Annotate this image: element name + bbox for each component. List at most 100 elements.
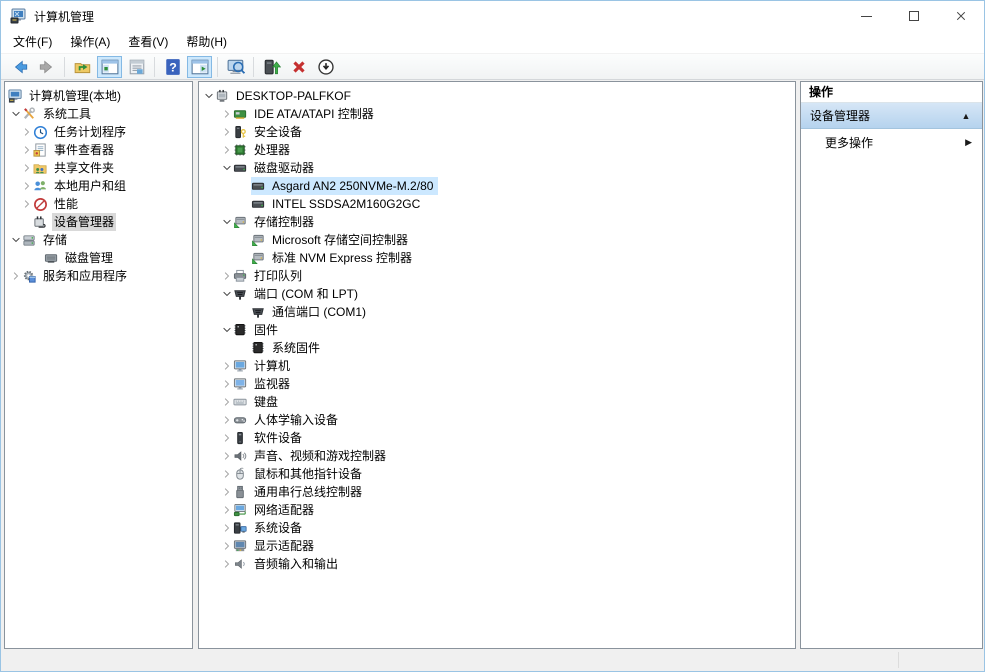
chevron-right-icon[interactable] [221,431,233,445]
tree-item[interactable]: 固件 [199,321,795,339]
tree-item[interactable]: 设备管理器 [5,213,192,231]
tree-item[interactable]: 系统工具 [5,105,192,123]
chevron-right-icon[interactable] [221,107,233,121]
tree-item[interactable]: 处理器 [199,141,795,159]
chevron-down-icon[interactable] [203,89,215,103]
tree-item[interactable]: 存储控制器 [199,213,795,231]
tree-item[interactable]: 安全设备 [199,123,795,141]
tree-item-content: IDE ATA/ATAPI 控制器 [233,105,379,123]
tree-item[interactable]: 显示适配器 [199,537,795,555]
more-actions-item[interactable]: 更多操作 ▶ [801,129,982,155]
toolbar-separator [64,57,65,77]
chevron-down-icon[interactable] [221,287,233,301]
tree-item[interactable]: 音频输入和输出 [199,555,795,573]
help-button[interactable]: ? [160,56,185,78]
tree-item-content: 存储控制器 [233,213,319,231]
scan-hardware-changes-button[interactable] [223,56,248,78]
show-action-pane-button[interactable] [187,56,212,78]
forward-button[interactable] [34,56,59,78]
firmware-icon [233,323,248,338]
uninstall-device-button[interactable] [286,56,311,78]
tree-item[interactable]: 本地用户和组 [5,177,192,195]
chevron-right-icon[interactable] [10,269,22,283]
collapse-section-button[interactable]: ▲ [959,111,973,121]
chevron-right-icon[interactable] [221,503,233,517]
tree-item[interactable]: 软件设备 [199,429,795,447]
tree-item[interactable]: 磁盘管理 [5,249,192,267]
chevron-right-icon[interactable] [221,143,233,157]
tree-item[interactable]: 打印队列 [199,267,795,285]
tree-item[interactable]: 计算机管理(本地) [5,87,192,105]
tree-item[interactable]: DESKTOP-PALFKOF [199,87,795,105]
tree-item[interactable]: 存储 [5,231,192,249]
chevron-right-icon[interactable] [221,269,233,283]
tree-item-content: 系统固件 [251,339,325,357]
up-level-button[interactable] [70,56,95,78]
chevron-right-icon[interactable] [221,413,233,427]
tree-item[interactable]: 通信端口 (COM1) [199,303,795,321]
menu-item-1[interactable]: 操作(A) [61,32,119,53]
tree-item[interactable]: 声音、视频和游戏控制器 [199,447,795,465]
minimize-button[interactable] [843,1,890,31]
chevron-down-icon[interactable] [221,161,233,175]
chevron-right-icon[interactable] [221,395,233,409]
event-viewer-icon [33,143,48,158]
tree-item[interactable]: 计算机 [199,357,795,375]
menu-item-3[interactable]: 帮助(H) [177,32,236,53]
tree-item[interactable]: 磁盘驱动器 [199,159,795,177]
chevron-right-icon[interactable] [221,359,233,373]
tree-item[interactable]: Microsoft 存储空间控制器 [199,231,795,249]
chevron-right-icon[interactable] [221,557,233,571]
tree-item[interactable]: 监视器 [199,375,795,393]
chevron-right-icon[interactable] [21,179,33,193]
tree-item[interactable]: Asgard AN2 250NVMe-M.2/80 [199,177,795,195]
tree-item[interactable]: 通用串行总线控制器 [199,483,795,501]
chevron-right-icon[interactable] [21,125,33,139]
tree-item[interactable]: 任务计划程序 [5,123,192,141]
tree-item[interactable]: 端口 (COM 和 LPT) [199,285,795,303]
device-manager-icon [33,215,48,230]
security-device-icon [233,125,248,140]
update-driver-button[interactable] [259,56,284,78]
menu-item-2[interactable]: 查看(V) [119,32,177,53]
tree-item[interactable]: INTEL SSDSA2M160G2GC [199,195,795,213]
chevron-down-icon[interactable] [221,323,233,337]
chevron-right-icon[interactable] [221,467,233,481]
tree-item[interactable]: 服务和应用程序 [5,267,192,285]
chevron-right-icon[interactable] [221,125,233,139]
chevron-down-icon[interactable] [10,107,22,121]
chevron-right-icon[interactable] [221,521,233,535]
disable-device-button[interactable] [313,56,338,78]
tree-item[interactable]: 性能 [5,195,192,213]
chevron-right-icon[interactable] [21,161,33,175]
chevron-down-icon[interactable] [221,215,233,229]
tree-item[interactable]: 共享文件夹 [5,159,192,177]
actions-section-device-manager[interactable]: 设备管理器 ▲ [801,103,982,129]
chevron-right-icon[interactable] [21,143,33,157]
tree-item[interactable]: 人体学输入设备 [199,411,795,429]
export-list-button[interactable] [124,56,149,78]
tree-item[interactable]: 鼠标和其他指针设备 [199,465,795,483]
tree-item[interactable]: IDE ATA/ATAPI 控制器 [199,105,795,123]
menu-item-0[interactable]: 文件(F) [4,32,61,53]
tree-item[interactable]: 标准 NVM Express 控制器 [199,249,795,267]
maximize-button[interactable] [890,1,937,31]
show-console-tree-button[interactable] [97,56,122,78]
chevron-down-icon[interactable] [10,233,22,247]
chevron-right-icon[interactable] [221,377,233,391]
tree-item[interactable]: 键盘 [199,393,795,411]
tree-item-label: 事件查看器 [52,141,116,159]
close-button[interactable] [937,1,984,31]
device-tree: DESKTOP-PALFKOFIDE ATA/ATAPI 控制器安全设备处理器磁… [199,82,795,573]
update-driver-icon [263,58,281,76]
chevron-right-icon[interactable] [221,449,233,463]
back-button[interactable] [7,56,32,78]
tree-item[interactable]: 系统设备 [199,519,795,537]
chevron-right-icon[interactable] [221,485,233,499]
tree-item[interactable]: 网络适配器 [199,501,795,519]
tree-item[interactable]: 事件查看器 [5,141,192,159]
chevron-right-icon[interactable] [21,197,33,211]
tree-item[interactable]: 系统固件 [199,339,795,357]
chevron-right-icon[interactable] [221,539,233,553]
tree-item-label: 任务计划程序 [52,123,128,141]
